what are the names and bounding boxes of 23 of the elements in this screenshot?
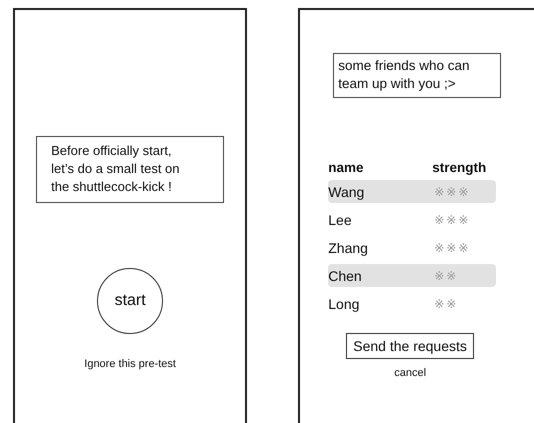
friend-row[interactable]: Zhang ※※※ (328, 236, 496, 259)
start-button[interactable]: start (97, 268, 164, 334)
friend-name: Lee (328, 212, 353, 228)
strength-rating: ※※ (434, 296, 458, 310)
friend-name: Wang (328, 184, 366, 200)
column-header: name (328, 160, 365, 175)
friend-name: Chen (328, 268, 363, 284)
friend-row[interactable]: Lee ※※※ (328, 208, 496, 231)
strength-rating: ※※※ (434, 212, 470, 226)
skip-link[interactable]: Ignore this pre-test (84, 358, 176, 370)
cancel-link[interactable]: cancel (394, 367, 534, 379)
friend-name: Long (328, 296, 360, 312)
column-header: strength (432, 160, 486, 175)
strength-rating: ※※ (434, 268, 458, 282)
friend-name: Zhang (328, 240, 369, 256)
friend-row[interactable]: Wang ※※※ (328, 180, 496, 203)
strength-rating: ※※※ (434, 184, 470, 198)
message-box: Before officially start, let’s do a small test on the shuttlecock-kick ! (36, 136, 224, 203)
friend-row[interactable]: Long ※※ (328, 292, 496, 315)
message-box: some friends who can team up with you ;> (333, 53, 502, 98)
send-requests-button[interactable]: Send the requests (346, 333, 474, 359)
friend-row[interactable]: Chen ※※ (328, 264, 496, 287)
strength-rating: ※※※ (434, 240, 470, 254)
